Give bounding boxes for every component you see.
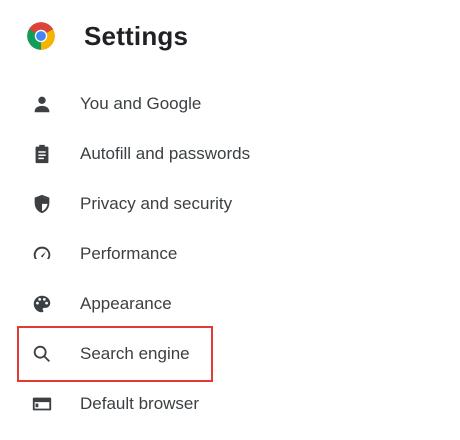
sidebar-item-label: Search engine	[80, 344, 190, 363]
clipboard-icon	[30, 142, 54, 166]
sidebar-item-label: Autofill and passwords	[80, 144, 251, 163]
sidebar-item-label: Appearance	[80, 294, 172, 313]
sidebar-item-search-engine[interactable]: Search engine	[0, 326, 460, 382]
browser-window-icon	[30, 392, 54, 416]
sidebar-item-label: Default browser	[80, 394, 200, 413]
settings-page: Settings You and Google Autofill and pas…	[0, 0, 460, 440]
person-icon	[30, 92, 54, 116]
settings-menu: You and Google Autofill and passwords Pr…	[0, 79, 460, 429]
sidebar-item-performance[interactable]: Performance	[0, 229, 460, 279]
sidebar-item-label: Performance	[80, 244, 178, 263]
sidebar-item-privacy[interactable]: Privacy and security	[0, 179, 460, 229]
sidebar-item-you-and-google[interactable]: You and Google	[0, 79, 460, 129]
sidebar-item-label: You and Google	[80, 94, 202, 113]
chrome-logo-icon	[27, 22, 55, 50]
sidebar-item-default-browser[interactable]: Default browser	[0, 379, 460, 429]
palette-icon	[30, 292, 54, 316]
shield-icon	[30, 192, 54, 216]
settings-header: Settings	[26, 16, 188, 56]
speedometer-icon	[30, 242, 54, 266]
search-icon	[30, 342, 54, 366]
sidebar-item-appearance[interactable]: Appearance	[0, 279, 460, 329]
sidebar-item-label: Privacy and security	[80, 194, 233, 213]
sidebar-item-autofill[interactable]: Autofill and passwords	[0, 129, 460, 179]
page-title: Settings	[84, 20, 189, 51]
